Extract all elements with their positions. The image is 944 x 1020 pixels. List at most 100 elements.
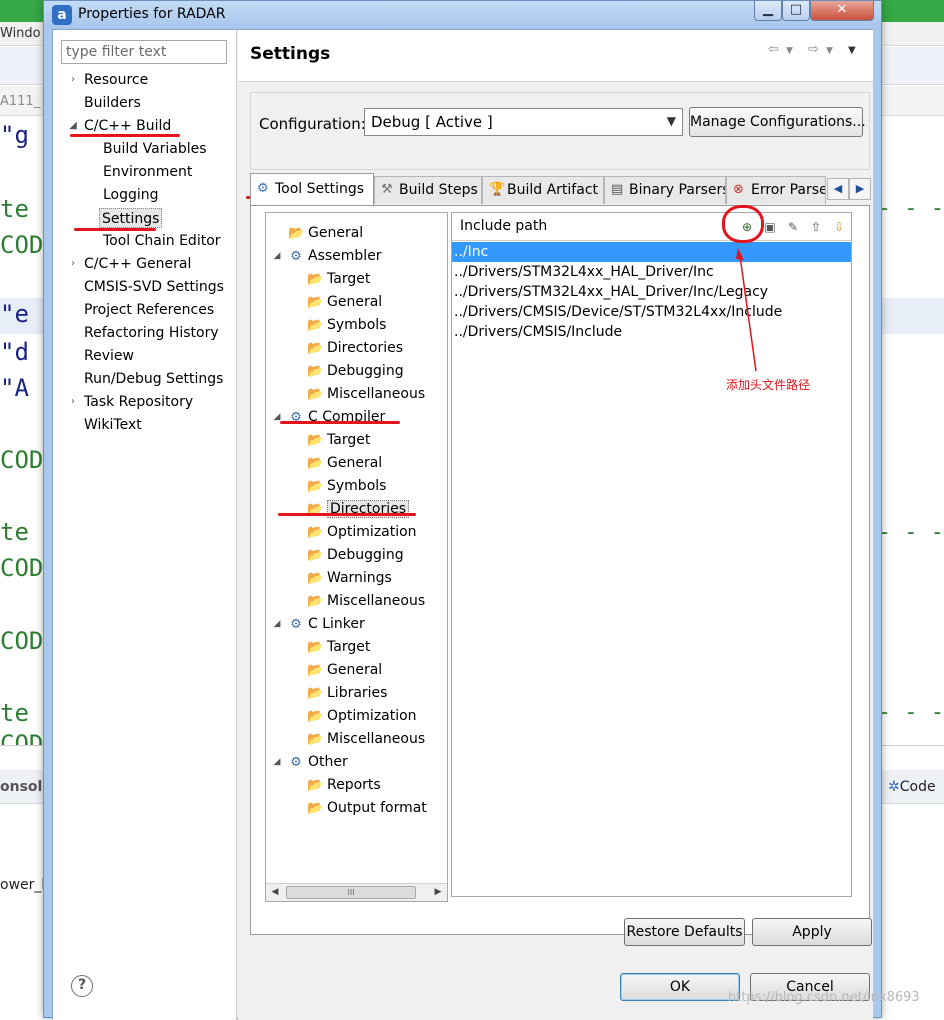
manage-configurations-button[interactable]: Manage Configurations...	[689, 107, 866, 137]
tree-item-asm-directories[interactable]: 📂 Directories	[307, 338, 403, 358]
tree-item-other[interactable]: ⚙ Other	[288, 752, 348, 772]
nav-item-environment[interactable]: Environment	[101, 162, 194, 182]
scroll-thumb[interactable]: III	[286, 886, 416, 899]
folder-icon: 📂	[307, 364, 324, 379]
tree-item-cc-directories[interactable]: 📂 Directories	[307, 499, 410, 519]
tab-scroll-right-button[interactable]: ▶	[849, 178, 871, 200]
list-item[interactable]: ../Drivers/STM32L4xx_HAL_Driver/Inc	[452, 262, 851, 282]
collapse-arrow-icon[interactable]: ◢	[272, 752, 282, 772]
gear-icon: ⚙	[290, 249, 302, 264]
chevron-left-icon: ◀	[833, 182, 843, 195]
expand-arrow-icon[interactable]: ›	[68, 70, 78, 90]
annotation-label: 添加头文件路径	[726, 378, 811, 392]
tree-item-cc-symbols[interactable]: 📂 Symbols	[307, 476, 386, 496]
minimize-button[interactable]: ▁	[754, 1, 782, 21]
nav-item-refactoring-history[interactable]: Refactoring History	[82, 323, 221, 343]
error-icon: ⊗	[733, 182, 744, 197]
annotation-underline-c-compiler	[280, 421, 400, 424]
restore-defaults-button[interactable]: Restore Defaults	[624, 918, 745, 946]
close-button[interactable]: ✕	[810, 1, 874, 21]
nav-item-resource[interactable]: Resource	[82, 70, 150, 90]
configuration-value: Debug [ Active ]	[371, 113, 493, 131]
tab-scroll-left-button[interactable]: ◀	[827, 178, 849, 200]
list-item[interactable]: ../Inc	[452, 242, 851, 262]
tree-horizontal-scrollbar[interactable]: ◀ III ▶	[266, 883, 447, 901]
tab-label: Build Steps	[399, 182, 478, 198]
tree-item-ld-libraries[interactable]: 📂 Libraries	[307, 683, 387, 703]
tree-item-asm-debugging[interactable]: 📂 Debugging	[307, 361, 404, 381]
nav-item-tool-chain-editor[interactable]: Tool Chain Editor	[101, 231, 223, 251]
list-item[interactable]: ../Drivers/CMSIS/Device/ST/STM32L4xx/Inc…	[452, 302, 851, 322]
collapse-arrow-icon[interactable]: ◢	[272, 246, 282, 266]
tab-binary-parsers[interactable]: ▤ Binary Parsers	[604, 176, 726, 204]
tree-item-cc-miscellaneous[interactable]: 📂 Miscellaneous	[307, 591, 425, 611]
tree-item-ld-miscellaneous[interactable]: 📂 Miscellaneous	[307, 729, 425, 749]
help-icon[interactable]: ?	[71, 975, 93, 997]
tree-item-ld-target[interactable]: 📂 Target	[307, 637, 370, 657]
code-dash-line: - - -	[877, 520, 944, 545]
nav-item-task-repository[interactable]: Task Repository	[82, 392, 195, 412]
tab-tool-settings[interactable]: ⚙ Tool Settings	[250, 173, 374, 205]
nav-item-builders[interactable]: Builders	[82, 93, 143, 113]
forward-menu-icon[interactable]: ▼	[826, 46, 833, 56]
tree-item-cc-warnings[interactable]: 📂 Warnings	[307, 568, 392, 588]
tree-item-c-compiler[interactable]: ⚙ C Compiler	[288, 407, 385, 427]
move-down-icon[interactable]: ⇩	[830, 218, 848, 236]
tree-item-output-format[interactable]: 📂 Output format	[307, 798, 427, 818]
collapse-arrow-icon[interactable]: ◢	[68, 116, 78, 136]
tree-item-asm-symbols[interactable]: 📂 Symbols	[307, 315, 386, 335]
ok-button[interactable]: OK	[620, 973, 740, 1001]
folder-icon: 📂	[307, 341, 324, 356]
list-item[interactable]: ../Drivers/STM32L4xx_HAL_Driver/Inc/Lega…	[452, 282, 851, 302]
collapse-arrow-icon[interactable]: ◢	[272, 614, 282, 634]
scroll-right-icon[interactable]: ▶	[429, 884, 447, 901]
move-up-icon[interactable]: ⇧	[807, 218, 825, 236]
gear-icon: ⚙	[290, 410, 302, 425]
expand-arrow-icon[interactable]: ›	[68, 392, 78, 412]
tree-item-cc-optimization[interactable]: 📂 Optimization	[307, 522, 417, 542]
background-code-tab[interactable]: ✲Code	[888, 779, 936, 795]
tree-item-asm-miscellaneous[interactable]: 📂 Miscellaneous	[307, 384, 425, 404]
include-path-title: Include path	[460, 218, 548, 234]
code-tab-icon: ✲	[888, 779, 900, 795]
nav-item-cpp-general[interactable]: C/C++ General	[82, 254, 193, 274]
tree-item-cc-target[interactable]: 📂 Target	[307, 430, 370, 450]
tab-build-artifact[interactable]: 🏆 Build Artifact	[482, 176, 604, 204]
list-item[interactable]: ../Drivers/CMSIS/Include	[452, 322, 851, 342]
tree-item-c-linker[interactable]: ⚙ C Linker	[288, 614, 365, 634]
tree-item-general[interactable]: 📂 General	[288, 223, 363, 243]
nav-item-wikitext[interactable]: WikiText	[82, 415, 144, 435]
tree-item-assembler[interactable]: ⚙ Assembler	[288, 246, 381, 266]
maximize-button[interactable]: □	[782, 1, 810, 21]
view-menu-icon[interactable]: ▼	[848, 45, 856, 56]
tab-build-steps[interactable]: ⚒ Build Steps	[374, 176, 482, 204]
nav-item-settings[interactable]: Settings	[99, 208, 163, 228]
folder-icon: 📂	[307, 318, 324, 333]
tree-item-ld-optimization[interactable]: 📂 Optimization	[307, 706, 417, 726]
tab-error-parsers[interactable]: ⊗ Error Parse	[726, 176, 826, 204]
nav-item-build-variables[interactable]: Build Variables	[101, 139, 209, 159]
tree-item-reports[interactable]: 📂 Reports	[307, 775, 381, 795]
tree-item-asm-general[interactable]: 📂 General	[307, 292, 382, 312]
scroll-left-icon[interactable]: ◀	[266, 884, 284, 901]
nav-item-cmsis-svd-settings[interactable]: CMSIS-SVD Settings	[82, 277, 226, 297]
configuration-select[interactable]: Debug [ Active ] ▼	[364, 108, 683, 136]
tree-item-asm-target[interactable]: 📂 Target	[307, 269, 370, 289]
forward-icon[interactable]: ⇨	[808, 42, 819, 57]
back-icon[interactable]: ⇦	[768, 42, 779, 57]
expand-arrow-icon[interactable]: ›	[68, 254, 78, 274]
tree-item-cc-general[interactable]: 📂 General	[307, 453, 382, 473]
nav-item-review[interactable]: Review	[82, 346, 136, 366]
nav-item-cpp-build[interactable]: C/C++ Build	[82, 116, 173, 136]
filter-input[interactable]	[61, 40, 227, 64]
apply-button[interactable]: Apply	[752, 918, 872, 946]
tree-item-ld-general[interactable]: 📂 General	[307, 660, 382, 680]
tree-item-cc-debugging[interactable]: 📂 Debugging	[307, 545, 404, 565]
edit-path-icon[interactable]: ✎	[784, 218, 802, 236]
dialog-titlebar[interactable]: a Properties for RADAR ▁ □ ✕	[44, 1, 881, 29]
collapse-arrow-icon[interactable]: ◢	[272, 407, 282, 427]
nav-item-project-references[interactable]: Project References	[82, 300, 216, 320]
nav-item-run-debug-settings[interactable]: Run/Debug Settings	[82, 369, 225, 389]
nav-item-logging[interactable]: Logging	[101, 185, 161, 205]
back-menu-icon[interactable]: ▼	[786, 46, 793, 56]
